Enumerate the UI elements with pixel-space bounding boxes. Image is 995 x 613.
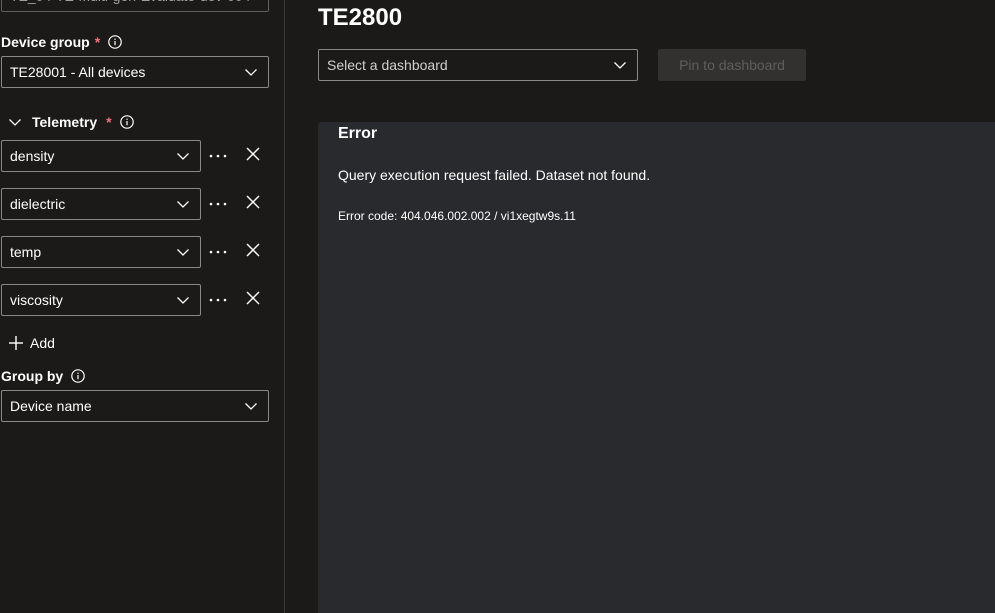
telemetry-header[interactable]: Telemetry * [8, 112, 134, 132]
group-by-label-text: Group by [1, 368, 64, 384]
chevron-down-icon[interactable] [8, 115, 22, 129]
info-icon[interactable] [108, 35, 122, 49]
add-label: Add [30, 335, 55, 351]
info-icon[interactable] [119, 115, 134, 129]
telemetry-dropdown-dielectric[interactable]: dielectric [1, 188, 201, 220]
device-group-selected: TE28001 - All devices [10, 64, 146, 80]
close-icon[interactable] [241, 286, 265, 310]
error-title: Error [338, 125, 378, 142]
device-group-label-text: Device group [1, 34, 90, 50]
chevron-down-icon [177, 297, 189, 304]
error-message: Query execution request failed. Dataset … [338, 167, 651, 183]
chevron-down-icon [614, 62, 626, 69]
chevron-down-icon [245, 69, 257, 76]
add-telemetry-button[interactable]: Add [8, 333, 55, 353]
app-root: TE_04-TE-Multi-gen-Evaluate-dev-004 Devi… [0, 0, 995, 613]
telemetry-dropdown-density[interactable]: density [1, 140, 201, 172]
error-code: Error code: 404.046.002.002 / vi1xegtw9s… [338, 209, 576, 223]
chevron-down-icon [177, 249, 189, 256]
telemetry-dropdown-temp[interactable]: temp [1, 236, 201, 268]
telemetry-value: density [10, 148, 55, 164]
group-by-selected: Device name [10, 398, 92, 414]
chevron-down-icon [245, 403, 257, 410]
more-options-icon[interactable] [206, 288, 230, 312]
telemetry-value: dielectric [10, 196, 66, 212]
top-input-field[interactable]: TE_04-TE-Multi-gen-Evaluate-dev-004 [1, 0, 269, 12]
page-title: TE2800 [318, 4, 403, 31]
group-by-label: Group by [1, 366, 86, 386]
plus-icon [9, 336, 23, 350]
close-icon[interactable] [241, 238, 265, 262]
telemetry-value: viscosity [10, 292, 63, 308]
info-icon[interactable] [71, 369, 86, 383]
dashboard-select-placeholder: Select a dashboard [327, 57, 448, 73]
telemetry-dropdown-viscosity[interactable]: viscosity [1, 284, 201, 316]
left-panel: TE_04-TE-Multi-gen-Evaluate-dev-004 Devi… [0, 0, 285, 613]
pin-to-dashboard-button[interactable]: Pin to dashboard [658, 49, 806, 81]
required-mark: * [94, 34, 101, 50]
close-icon[interactable] [241, 142, 265, 166]
telemetry-label: Telemetry [32, 114, 98, 130]
dashboard-select[interactable]: Select a dashboard [318, 49, 638, 81]
telemetry-value: temp [10, 244, 42, 260]
close-icon[interactable] [241, 190, 265, 214]
required-mark: * [106, 114, 112, 130]
group-by-dropdown[interactable]: Device name [1, 390, 269, 422]
chevron-down-icon [177, 201, 189, 208]
device-group-label: Device group * [1, 32, 122, 52]
chevron-down-icon [177, 153, 189, 160]
device-group-dropdown[interactable]: TE28001 - All devices [1, 56, 269, 88]
more-options-icon[interactable] [206, 144, 230, 168]
more-options-icon[interactable] [206, 192, 230, 216]
more-options-icon[interactable] [206, 240, 230, 264]
error-panel: Error Query execution request failed. Da… [318, 122, 995, 613]
